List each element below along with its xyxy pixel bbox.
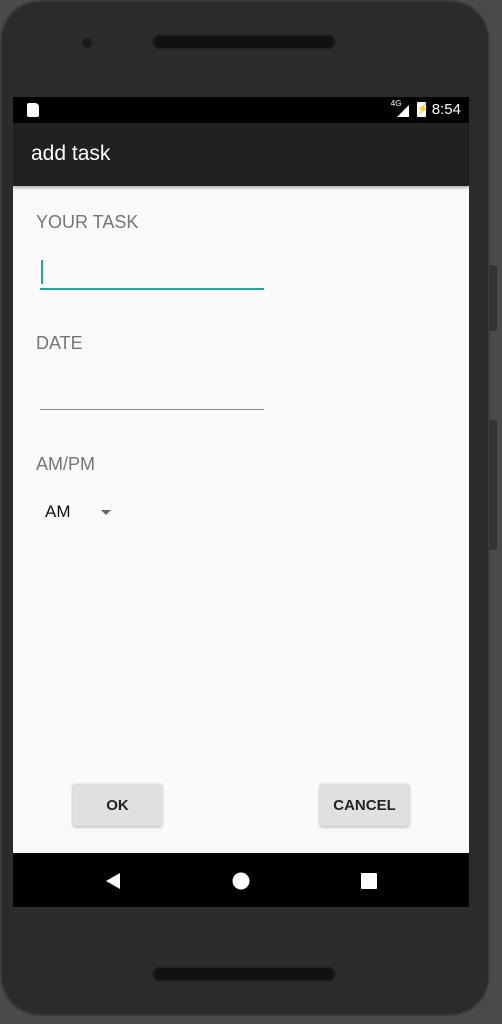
volume-button[interactable] (489, 420, 497, 550)
ampm-selected: AM (45, 502, 71, 521)
task-input[interactable] (40, 254, 264, 290)
back-icon[interactable] (105, 872, 121, 895)
text-cursor (41, 260, 43, 284)
ampm-spinner[interactable]: AM (45, 502, 111, 522)
form: YOUR TASK DATE AM/PM AM OK CANCEL (13, 186, 469, 853)
ok-button[interactable]: OK (73, 784, 162, 826)
home-icon[interactable] (232, 872, 250, 895)
bottom-speaker (152, 966, 336, 982)
front-camera (82, 38, 92, 48)
sd-card-icon (27, 103, 39, 117)
dropdown-arrow-icon (100, 509, 111, 515)
clock: 8:54 (431, 101, 461, 118)
recents-icon[interactable] (361, 873, 377, 894)
ampm-label: AM/PM (36, 454, 96, 474)
navigation-bar (13, 853, 469, 907)
date-label: DATE (36, 333, 83, 353)
status-bar: 4G ⚡ 8:54 (13, 97, 469, 123)
app-bar: add task (13, 123, 469, 186)
task-label: YOUR TASK (36, 212, 139, 232)
cancel-button[interactable]: CANCEL (320, 784, 409, 826)
signal-icon: 4G (391, 99, 411, 118)
date-input[interactable] (40, 374, 264, 410)
battery-charging-icon: ⚡ (416, 102, 430, 117)
top-speaker (152, 34, 336, 50)
screen: 4G ⚡ 8:54 add task YOUR TASK DATE AM/PM … (13, 97, 469, 907)
power-button[interactable] (489, 265, 497, 331)
page-title: add task (31, 142, 111, 165)
